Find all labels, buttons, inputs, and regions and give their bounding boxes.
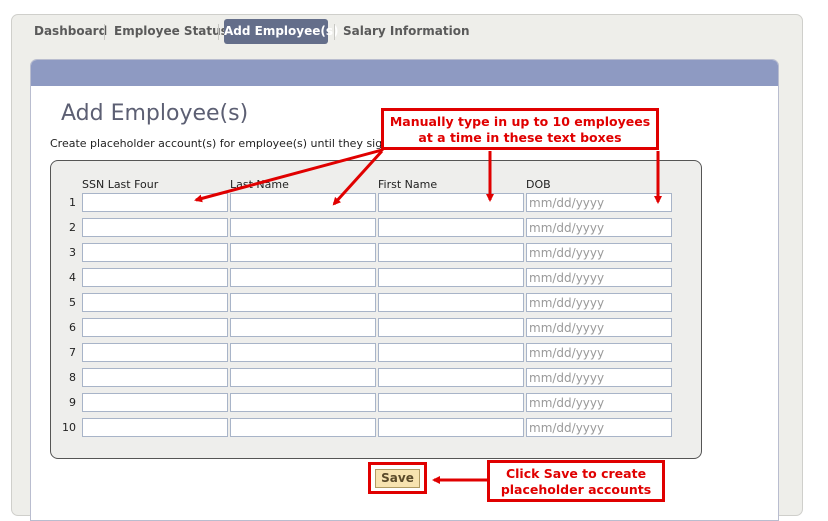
arrow-to-last-name <box>332 149 384 206</box>
arrow-to-ssn <box>194 148 384 203</box>
arrow-lines <box>194 148 662 484</box>
annotation-arrows <box>194 148 662 484</box>
